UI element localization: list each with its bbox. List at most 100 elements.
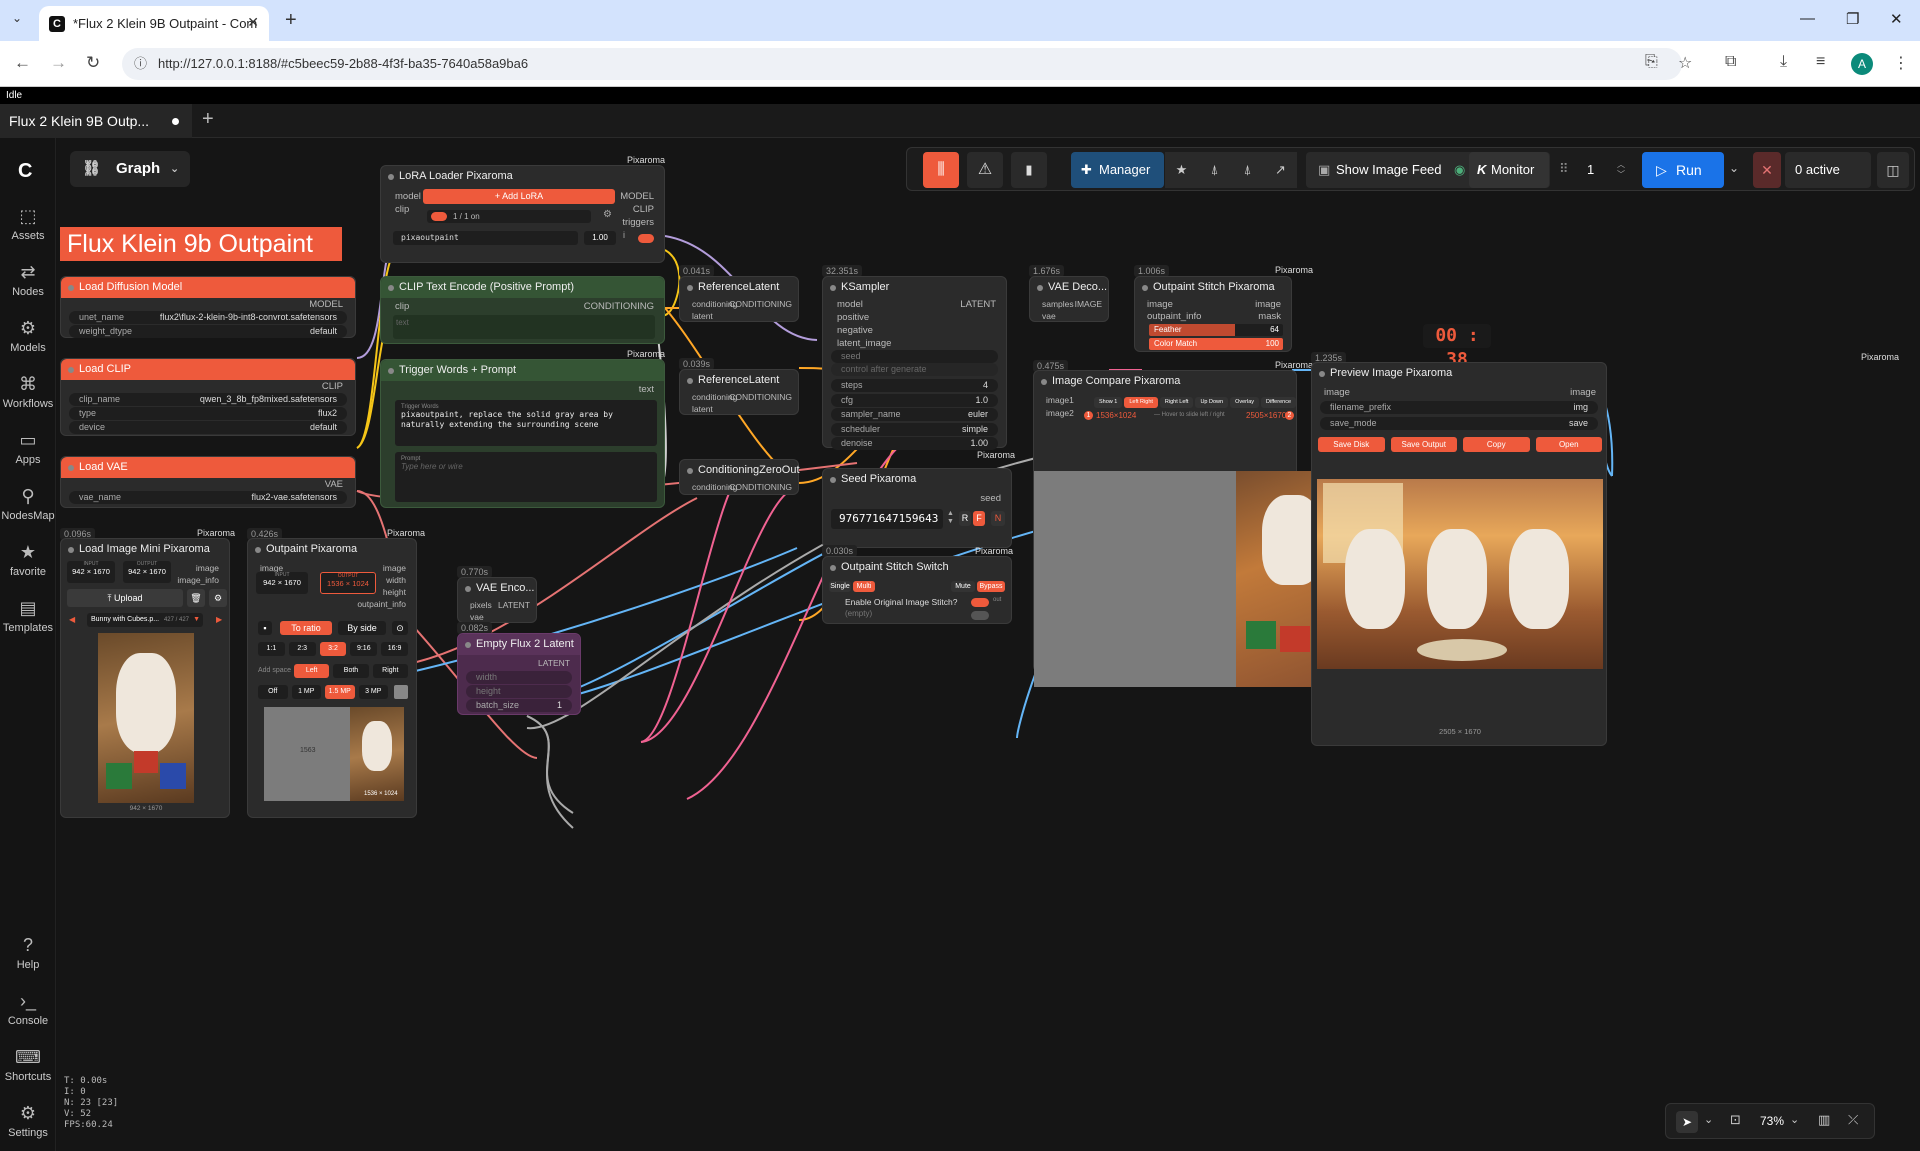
input-samples[interactable]: samples [1042, 299, 1074, 309]
input-pixels[interactable]: pixels [470, 600, 492, 610]
comfy-logo-icon[interactable]: C [18, 160, 32, 183]
output-image[interactable]: image [383, 563, 406, 573]
clip-device-widget[interactable]: device default [69, 421, 347, 434]
weight-dtype-widget[interactable]: weight_dtype default [69, 325, 347, 338]
lora-enable-switch[interactable] [638, 234, 654, 243]
option-button[interactable]: 2:3 [288, 642, 316, 656]
save-output-button[interactable]: Save Output [1390, 437, 1457, 452]
option-button[interactable]: Right [372, 664, 408, 678]
load-clip-node[interactable]: Load CLIP CLIP clip_name qwen_3_8b_fp8mix… [60, 358, 356, 436]
clip-type-widget[interactable]: type flux2 [69, 407, 347, 420]
option-button[interactable]: Both [333, 664, 369, 678]
output-outpaint-info[interactable]: outpaint_info [357, 599, 406, 609]
input-vae[interactable]: vae [470, 612, 484, 622]
tab-search-icon[interactable]: ⌄ [12, 11, 22, 25]
sidebar-item-models[interactable]: ⚙ Models [0, 318, 56, 354]
sidebar-item-shortcuts[interactable]: ⌨ Shortcuts [0, 1047, 56, 1083]
output-height[interactable]: height [383, 587, 406, 597]
layout-icon[interactable]: ▪ [258, 621, 272, 635]
prompt-field[interactable]: Prompt Type here or wire [395, 452, 657, 502]
option-button[interactable]: 1:1 [258, 642, 285, 656]
run-options-icon[interactable]: ⌄ [1729, 161, 1739, 175]
active-queue-button[interactable]: 0 active [1785, 152, 1871, 188]
text-input[interactable]: text [393, 315, 655, 339]
sidebar-item-nodesmap[interactable]: ⚲ NodesMap [0, 486, 56, 522]
input-image2[interactable]: image2 [1046, 408, 1074, 418]
steps-widget[interactable]: steps 4 [831, 379, 998, 392]
input-image1[interactable]: image1 [1046, 395, 1074, 405]
output-conditioning[interactable]: CONDITIONING [729, 299, 792, 309]
input-latent[interactable]: latent [692, 311, 713, 321]
bypass-button[interactable]: Bypass [977, 581, 1005, 592]
output-image-info[interactable]: image_info [177, 575, 219, 585]
option-button[interactable]: 9:16 [350, 642, 378, 656]
minimap-icon[interactable]: ▥ [1818, 1112, 1830, 1128]
media-icon[interactable]: ≡ [1816, 53, 1825, 71]
filename-prefix-widget[interactable]: filename_prefix img [1320, 401, 1598, 414]
zoom-chevron-icon[interactable]: ⌄ [1790, 1113, 1799, 1126]
lora-loader-node[interactable]: LoRA Loader Pixaroma model clip MODEL CL… [380, 165, 665, 263]
pixaroma-icon[interactable]: ⫼ [923, 152, 959, 188]
input-positive[interactable]: positive [837, 312, 869, 323]
batch-size-widget[interactable]: batch_size 1 [466, 699, 572, 712]
lora-strength[interactable]: 1.00 [584, 231, 616, 245]
sidebar-item-settings[interactable]: ⚙ Settings [0, 1103, 56, 1139]
url-field[interactable]: ⓘ http://127.0.0.1:8188/#c5beec59-2b88-4… [122, 48, 1682, 80]
seed-random-button[interactable]: R [959, 511, 971, 526]
title-note[interactable]: Flux Klein 9b Outpaint [60, 227, 342, 261]
color-match-slider[interactable]: Color Match 100 [1149, 338, 1283, 350]
input-model[interactable]: model [395, 191, 421, 202]
output-image[interactable]: image [1255, 299, 1281, 310]
mute-button[interactable]: Mute [951, 581, 975, 592]
new-workflow-icon[interactable]: + [202, 108, 214, 131]
extensions-icon[interactable]: ⧉ [1725, 53, 1736, 71]
empty-slot-switch[interactable] [971, 611, 989, 620]
output-model[interactable]: MODEL [620, 191, 654, 202]
add-lora-button[interactable]: + Add LoRA [423, 189, 615, 204]
outpaint-stitch-node[interactable]: Outpaint Stitch Pixaroma image outpaint_… [1134, 276, 1292, 352]
sidebar-item-console[interactable]: ›_ Console [0, 991, 56, 1027]
run-button[interactable]: ▷ Run [1642, 152, 1724, 188]
compare-gray-area[interactable] [1034, 471, 1236, 687]
vae-name-widget[interactable]: vae_name flux2-vae.safetensors [69, 491, 347, 504]
input-vae[interactable]: vae [1042, 311, 1056, 321]
sidebar-item-apps[interactable]: ▭ Apps [0, 430, 56, 466]
output-text[interactable]: text [639, 384, 654, 395]
pad-color-swatch[interactable] [394, 685, 408, 699]
close-tab-icon[interactable]: ✕ [247, 14, 259, 31]
compare-mode-button[interactable]: Overlay [1230, 397, 1260, 408]
batch-count-input[interactable]: 1 ︿ ﹀ [1577, 154, 1633, 186]
fit-view-icon[interactable]: ⊡ [1730, 1112, 1741, 1128]
monitor-button[interactable]: K Monitor [1469, 152, 1549, 188]
output-triggers[interactable]: triggers [622, 217, 654, 228]
manager-button[interactable]: ✚ Manager [1071, 152, 1164, 188]
target-icon[interactable]: ⊙ [392, 621, 408, 635]
option-button[interactable]: Off [258, 685, 288, 699]
by-side-button[interactable]: By side [338, 621, 386, 635]
compare-mode-button[interactable]: Right Left [1159, 397, 1194, 408]
preview-image[interactable] [1317, 479, 1603, 669]
sidebar-item-favorite[interactable]: ★ favorite [0, 542, 56, 578]
cfg-widget[interactable]: cfg 1.0 [831, 393, 998, 407]
download-icon[interactable]: ⤓ [1780, 53, 1787, 71]
sidebar-item-templates[interactable]: ▤ Templates [0, 598, 56, 634]
back-icon[interactable]: ← [14, 53, 31, 73]
delete-icon[interactable]: 🗑 [187, 589, 205, 607]
output-image[interactable]: IMAGE [1075, 299, 1102, 309]
load-image-mini-node[interactable]: Load Image Mini Pixaroma image image_inf… [60, 538, 230, 818]
vae-decode-node[interactable]: VAE Deco... samples vae IMAGE [1029, 276, 1109, 322]
input-negative[interactable]: negative [837, 325, 873, 336]
seed-value-field[interactable]: 976771647159643 [831, 509, 943, 529]
workflow-tab[interactable]: Flux 2 Klein 9B Outp... [0, 104, 192, 138]
hide-links-icon[interactable]: ⤫ [1848, 1112, 1858, 1128]
trigger-words-field[interactable]: Trigger Words pixaoutpaint, replace the … [395, 400, 657, 446]
conditioning-zero-out-node[interactable]: ConditioningZeroOut conditioning CONDITI… [679, 459, 800, 495]
option-button[interactable]: 3:2 [319, 642, 347, 656]
seed-widget[interactable]: seed [831, 350, 998, 363]
sidebar-item-workflows[interactable]: ⌘ Workflows [0, 374, 56, 410]
star-icon[interactable]: ★ [1165, 152, 1198, 188]
restore-icon[interactable]: ❐ [1846, 10, 1859, 28]
info-icon[interactable]: i [623, 230, 625, 240]
open-button[interactable]: Open [1535, 437, 1602, 452]
seed-stepper-icon[interactable]: ▲ ▼ [947, 510, 954, 526]
